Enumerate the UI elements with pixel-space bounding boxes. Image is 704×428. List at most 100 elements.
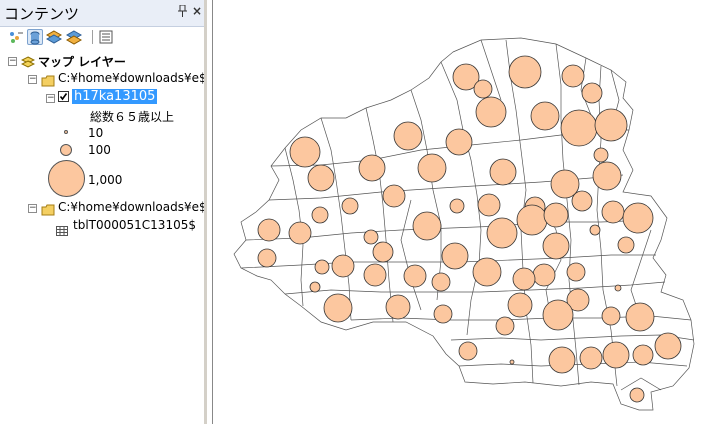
field-name-label: 総数６５歳以上 <box>90 110 175 124</box>
map-symbol-45 <box>566 262 586 282</box>
map-symbol-35 <box>542 232 570 260</box>
map-symbol-12 <box>358 154 386 182</box>
list-by-selection-icon[interactable] <box>65 29 83 45</box>
list-by-source-icon[interactable] <box>27 29 43 45</box>
map-symbol-58 <box>433 304 453 324</box>
map-symbol-21 <box>257 218 281 242</box>
table-icon <box>56 221 68 240</box>
map-layers-label[interactable]: マップ レイヤー <box>38 53 126 70</box>
list-by-drawing-order-icon[interactable] <box>8 29 24 45</box>
map-symbol-55 <box>385 294 411 320</box>
contents-panel: コンテンツ × − マップ レイヤー − C:¥home¥downloads¥e… <box>0 0 207 424</box>
collapse-map-layers-toggle[interactable]: − <box>8 57 17 66</box>
map-symbol-49 <box>512 267 536 291</box>
map-symbol-2 <box>561 64 585 88</box>
map-symbol-46 <box>403 264 427 288</box>
close-icon[interactable]: × <box>192 4 202 18</box>
map-symbol-23 <box>477 193 501 217</box>
map-symbol-24 <box>341 197 359 215</box>
map-symbol-64 <box>602 341 630 369</box>
map-symbol-68 <box>629 387 645 403</box>
map-symbol-34 <box>486 217 518 249</box>
map-symbol-27 <box>288 221 312 245</box>
legend-label-large: 1,000 <box>88 173 123 187</box>
legend-label-medium: 100 <box>88 143 111 157</box>
legend-label-small: 10 <box>88 126 104 140</box>
map-symbol-62 <box>509 359 515 365</box>
map-canvas[interactable] <box>213 0 704 424</box>
map-symbol-67 <box>579 346 603 370</box>
legend-symbol-medium <box>60 144 72 156</box>
map-symbol-14 <box>489 158 517 186</box>
map-symbol-3 <box>473 79 493 99</box>
map-symbol-16 <box>593 147 609 163</box>
map-symbol-6 <box>560 109 598 147</box>
map-symbol-10 <box>445 128 473 156</box>
map-symbol-66 <box>654 332 682 360</box>
map-symbol-1 <box>508 55 542 89</box>
toc-toolbar <box>0 27 204 47</box>
layer-name-label[interactable]: h17ka13105 <box>72 89 158 104</box>
map-symbol-5 <box>530 101 560 131</box>
panel-header: コンテンツ × <box>0 0 204 27</box>
legend-symbol-small <box>64 130 68 134</box>
folder-path-label[interactable]: C:¥home¥downloads¥e$ <box>58 71 204 85</box>
map-symbol-48 <box>363 263 387 287</box>
map-symbol-13 <box>417 153 447 183</box>
legend-symbol-large <box>48 160 85 197</box>
folder-icon <box>41 72 55 91</box>
collapse-folder2-toggle[interactable]: − <box>28 204 37 213</box>
map-symbol-37 <box>589 224 601 236</box>
map-symbol-63 <box>548 346 576 374</box>
folder2-icon <box>41 201 55 220</box>
map-symbol-57 <box>495 316 515 336</box>
collapse-layer-toggle[interactable]: − <box>46 94 55 103</box>
map-symbol-22 <box>449 198 465 214</box>
map-symbol-40 <box>257 248 277 268</box>
folder2-path-label[interactable]: C:¥home¥downloads¥e$ <box>58 200 204 214</box>
map-symbol-9 <box>393 121 423 151</box>
map-symbol-41 <box>314 259 330 275</box>
map-symbol-31 <box>622 202 654 234</box>
map-symbol-15 <box>307 164 335 192</box>
map-symbol-38 <box>441 242 469 270</box>
map-symbol-47 <box>431 272 451 292</box>
map-symbol-60 <box>625 302 655 332</box>
map-symbol-51 <box>614 284 622 292</box>
layers-icon <box>20 54 36 73</box>
map-symbol-20 <box>382 184 406 208</box>
proportional-symbols <box>257 55 682 403</box>
map-symbol-52 <box>507 292 533 318</box>
map-symbol-50 <box>309 281 321 293</box>
map-symbol-7 <box>594 108 628 142</box>
map-view[interactable] <box>212 0 704 424</box>
layer-visibility-checkbox[interactable] <box>58 91 69 102</box>
map-symbol-59 <box>601 306 621 326</box>
map-symbol-4 <box>475 96 507 128</box>
map-symbol-26 <box>412 211 442 241</box>
map-symbol-8 <box>581 82 603 104</box>
list-by-visibility-icon[interactable] <box>45 29 63 45</box>
map-symbol-32 <box>571 190 593 212</box>
map-symbol-33 <box>363 229 379 245</box>
map-symbol-54 <box>323 293 353 323</box>
map-symbol-25 <box>311 206 329 224</box>
map-symbol-42 <box>331 254 355 278</box>
map-symbol-65 <box>632 344 654 366</box>
map-symbol-61 <box>458 341 478 361</box>
options-icon[interactable] <box>99 29 115 45</box>
map-symbol-36 <box>372 241 394 263</box>
map-symbol-43 <box>472 257 502 287</box>
toolbar-separator <box>92 30 93 44</box>
table-name-label[interactable]: tblT000051C13105$ <box>73 218 196 232</box>
map-symbol-39 <box>617 236 635 254</box>
map-symbol-56 <box>542 299 574 331</box>
map-symbol-18 <box>592 161 622 191</box>
map-symbol-28 <box>516 204 548 236</box>
map-symbol-44 <box>532 263 556 287</box>
panel-title: コンテンツ <box>4 5 80 23</box>
collapse-folder-toggle[interactable]: − <box>28 75 37 84</box>
pin-icon[interactable] <box>178 4 187 20</box>
map-symbol-30 <box>601 200 625 224</box>
map-symbol-11 <box>289 136 321 168</box>
